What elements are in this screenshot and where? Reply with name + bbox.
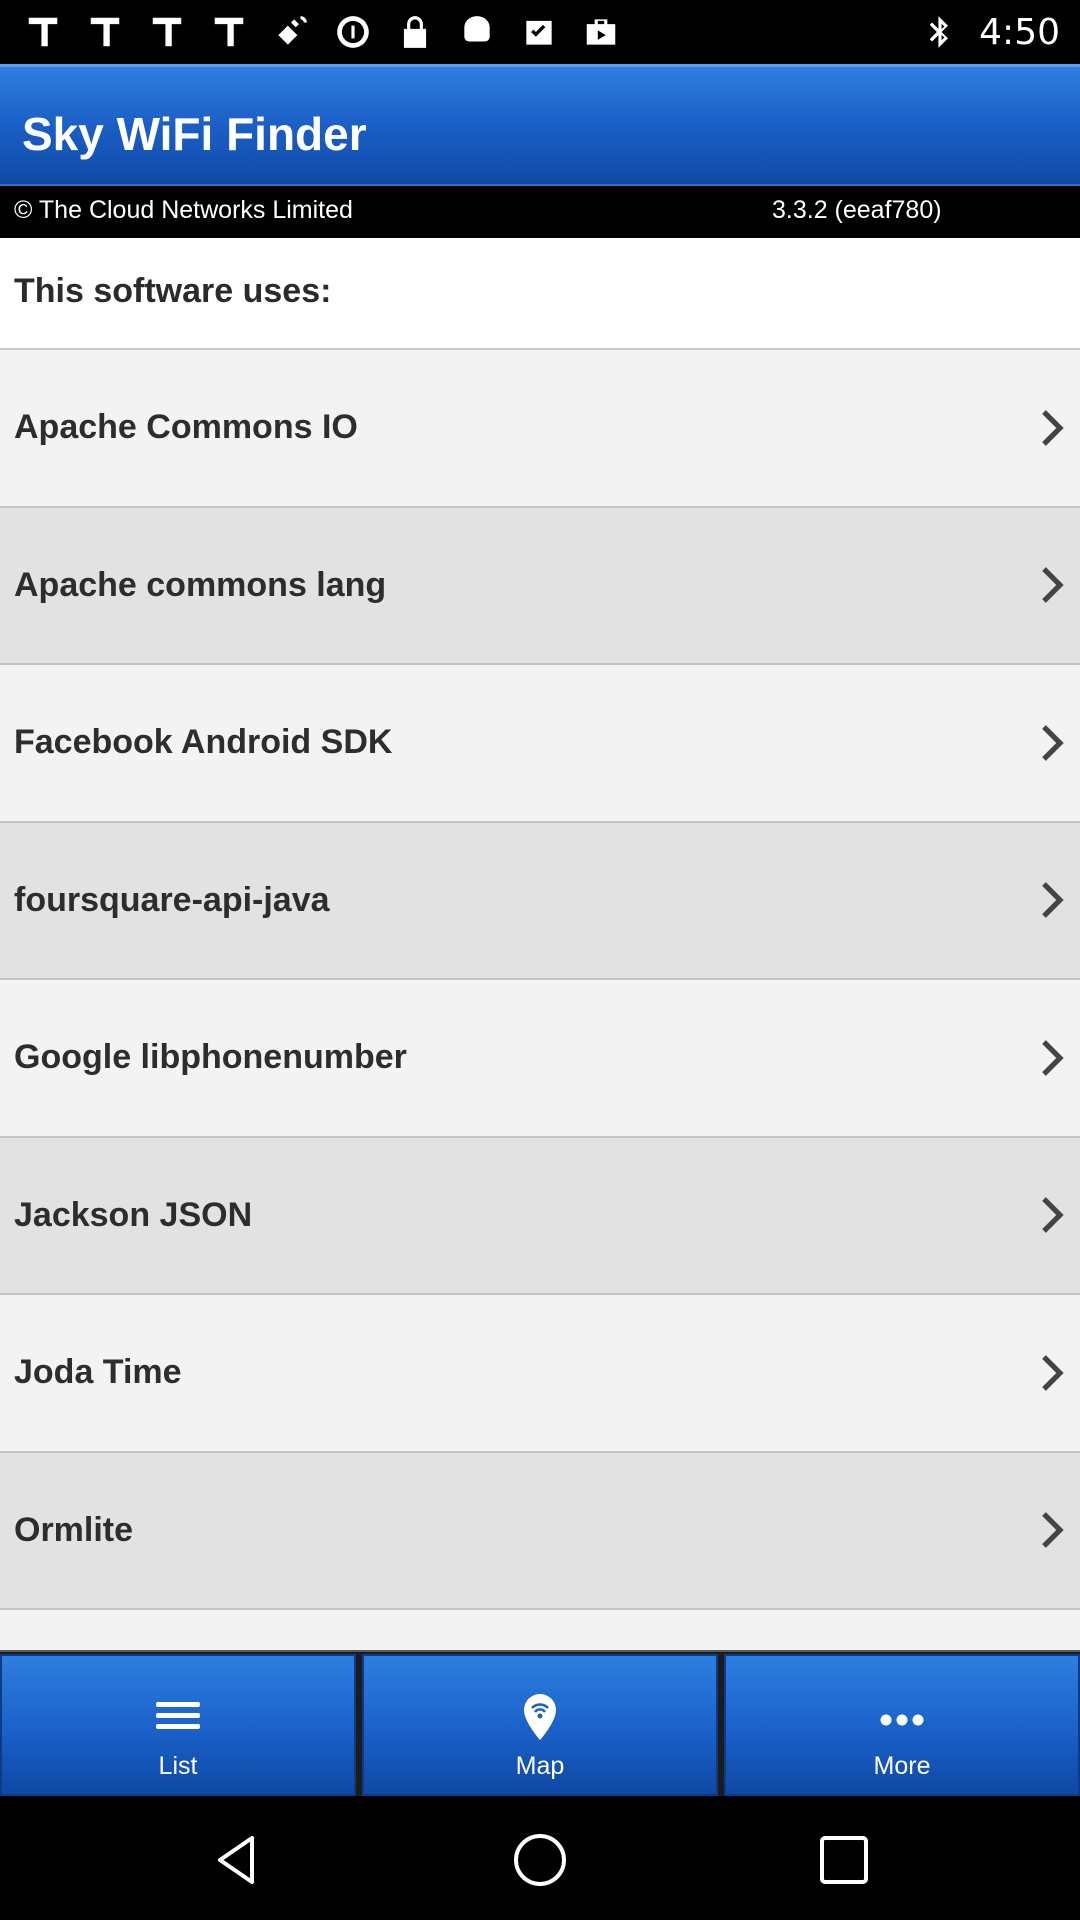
chevron-right-icon (1038, 1039, 1066, 1076)
list-item-label: Joda Time (14, 1353, 182, 1392)
tape-icon (208, 11, 250, 53)
tape-icon (84, 11, 126, 53)
list-item-google-libphonenumber[interactable]: Google libphonenumber (0, 980, 1080, 1138)
android-icon (456, 11, 498, 53)
status-time: 4:50 (979, 11, 1060, 53)
lock-icon (394, 11, 436, 53)
list-item-label: Apache Commons IO (14, 408, 358, 447)
chevron-right-icon (1038, 1197, 1066, 1234)
tab-label: More (873, 1752, 931, 1780)
list-item-jackson-json[interactable]: Jackson JSON (0, 1137, 1080, 1295)
circle-icon (332, 11, 374, 53)
chevron-right-icon (1038, 724, 1066, 761)
tab-label: Map (515, 1752, 565, 1780)
tab-map[interactable]: Map (362, 1654, 718, 1796)
back-icon[interactable] (208, 1830, 268, 1890)
list-item-label: Jackson JSON (14, 1195, 253, 1234)
notification-icons (22, 10, 622, 54)
licenses-list: This software uses: Apache Commons IO Ap… (0, 238, 1080, 1650)
tape-icon (22, 11, 64, 53)
chevron-right-icon (1038, 1512, 1066, 1549)
chevron-right-icon (1038, 1354, 1066, 1391)
version-text: 3.3.2 (eeaf780) (772, 196, 942, 224)
copyright-text: © The Cloud Networks Limited (14, 196, 353, 224)
list-item-label: Google libphonenumber (14, 1038, 407, 1077)
home-icon[interactable] (510, 1830, 570, 1890)
list-item-joda-time[interactable]: Joda Time (0, 1295, 1080, 1453)
fake-gps-icon (270, 11, 312, 53)
status-bar: 4:50 (0, 0, 1080, 64)
list-item-label: foursquare-api-java (14, 880, 330, 919)
tape-icon (146, 11, 188, 53)
list-item-label: Ormlite (14, 1510, 134, 1549)
clipboard-check-icon (518, 11, 560, 53)
bottom-tab-bar: List Map More (0, 1650, 1080, 1796)
list-item-apache-commons-io[interactable]: Apache Commons IO (0, 350, 1080, 508)
map-pin-icon (512, 1692, 568, 1740)
tab-label: List (158, 1752, 198, 1780)
chevron-right-icon (1038, 409, 1066, 446)
app-header: Sky WiFi Finder (0, 64, 1080, 184)
tab-list[interactable]: List (0, 1654, 356, 1796)
list-item-label: Facebook Android SDK (14, 723, 393, 762)
section-heading: This software uses: (0, 238, 1080, 350)
app-info-bar: © The Cloud Networks Limited 3.3.2 (eeaf… (0, 184, 1080, 238)
chevron-right-icon (1038, 882, 1066, 919)
list-item-ormlite[interactable]: Ormlite (0, 1452, 1080, 1610)
list-item-facebook-android-sdk[interactable]: Facebook Android SDK (0, 665, 1080, 823)
app-title: Sky WiFi Finder (22, 108, 367, 160)
list-item-partial[interactable] (0, 1610, 1080, 1650)
recents-icon[interactable] (814, 1830, 874, 1890)
list-item-label: Apache commons lang (14, 565, 387, 604)
list-item-foursquare-api-java[interactable]: foursquare-api-java (0, 822, 1080, 980)
list-icon (150, 1692, 206, 1740)
navigation-bar (0, 1796, 1080, 1920)
bluetooth-icon (919, 11, 961, 53)
bag-icon (580, 11, 622, 53)
tab-more[interactable]: More (724, 1654, 1080, 1796)
chevron-right-icon (1038, 567, 1066, 604)
more-icon (874, 1692, 930, 1740)
list-item-apache-commons-lang[interactable]: Apache commons lang (0, 507, 1080, 665)
